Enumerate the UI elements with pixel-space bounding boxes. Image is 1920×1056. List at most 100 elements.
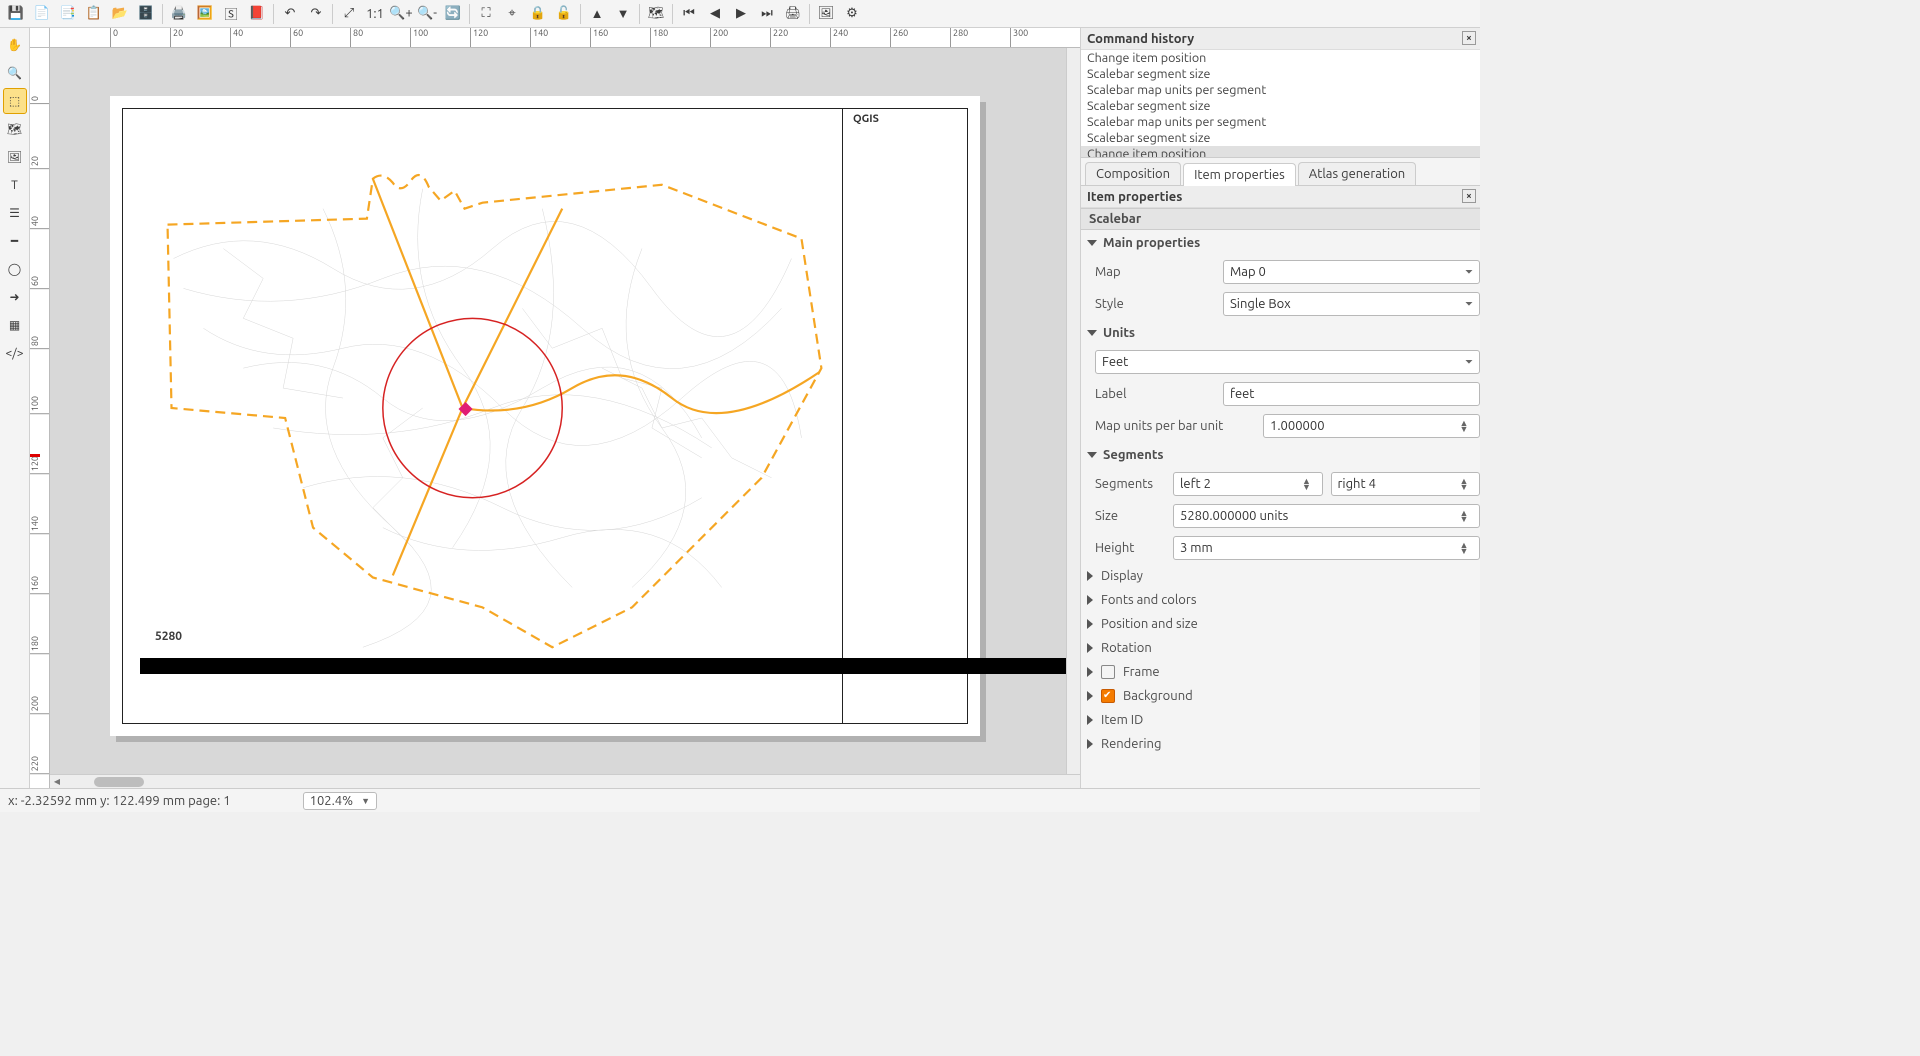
group-units[interactable]: Units (1087, 326, 1480, 340)
export-svg-icon[interactable]: 🅂 (219, 2, 243, 26)
zoom-actual-icon[interactable]: 1:1 (363, 2, 387, 26)
add-table-icon[interactable]: ▦ (3, 312, 27, 338)
add-shape-icon[interactable]: ◯ (3, 256, 27, 282)
history-item[interactable]: Scalebar segment size (1081, 66, 1480, 82)
height-input[interactable]: 3 mm▲▼ (1173, 536, 1480, 560)
canvas[interactable]: QGIS 5280 ◀ (50, 48, 1080, 788)
scrollbar-vertical[interactable] (1066, 48, 1080, 774)
atlas-settings-icon[interactable]: ⚙ (840, 2, 864, 26)
add-arrow-icon[interactable]: ➜ (3, 284, 27, 310)
history-item[interactable]: Scalebar map units per segment (1081, 82, 1480, 98)
export-pdf-icon[interactable]: 📕 (245, 2, 269, 26)
size-input[interactable]: 5280.000000 units▲▼ (1173, 504, 1480, 528)
map-select[interactable]: Map 0 (1223, 260, 1480, 284)
command-history-title: Command history × (1081, 28, 1480, 50)
unlock-icon[interactable]: 🔓 (552, 2, 576, 26)
scalebar-label[interactable]: 5280 (155, 630, 182, 643)
group-segments[interactable]: Segments (1087, 448, 1480, 462)
item-properties-panel: Scalebar Main properties Map Map 0 Style… (1081, 208, 1480, 788)
undo-icon[interactable]: ↶ (278, 2, 302, 26)
save-icon[interactable]: 💾 (4, 2, 28, 26)
group-rendering[interactable]: Rendering (1087, 737, 1480, 751)
select-icon[interactable]: ⬚ (3, 88, 27, 114)
history-item[interactable]: Scalebar segment size (1081, 98, 1480, 114)
scalebar-item[interactable] (140, 658, 1080, 674)
history-item[interactable]: Change item position (1081, 50, 1480, 66)
zoom-100-icon[interactable]: ⌖ (500, 2, 524, 26)
zoom-full-icon[interactable]: ⤢ (337, 2, 361, 26)
atlas-last-icon[interactable]: ⏭ (755, 2, 779, 26)
main-row: ✋🔍⬚🗺🖼T☰━◯➜▦</> 0204060801001201401601802… (0, 28, 1480, 788)
atlas-first-icon[interactable]: ⏮ (677, 2, 701, 26)
print-icon[interactable]: 🖨️ (167, 2, 191, 26)
status-coords: x: -2.32592 mm y: 122.499 mm page: 1 (8, 794, 231, 808)
add-label-icon[interactable]: T (3, 172, 27, 198)
zoom-input[interactable]: 102.4%▼ (303, 792, 377, 810)
tab-atlas-generation[interactable]: Atlas generation (1298, 162, 1416, 185)
layout-manager-icon[interactable]: 📋 (82, 2, 106, 26)
map-title-label[interactable]: QGIS (847, 109, 967, 129)
scrollbar-thumb[interactable] (94, 777, 144, 787)
background-checkbox[interactable] (1101, 689, 1115, 703)
command-history-list[interactable]: Change item positionScalebar segment siz… (1081, 50, 1480, 158)
atlas-next-icon[interactable]: ▶ (729, 2, 753, 26)
atlas-export-image-icon[interactable]: 🖼 (814, 2, 838, 26)
new-layout-icon[interactable]: 📄 (30, 2, 54, 26)
add-scalebar-icon[interactable]: ━ (3, 228, 27, 254)
tab-composition[interactable]: Composition (1085, 162, 1181, 185)
group-item-id[interactable]: Item ID (1087, 713, 1480, 727)
pan-icon[interactable]: ✋ (3, 32, 27, 58)
segments-left-input[interactable]: left 2▲▼ (1173, 472, 1323, 496)
zoom-selection-icon[interactable]: ⛶ (474, 2, 498, 26)
group-position-size[interactable]: Position and size (1087, 617, 1480, 631)
units-label-input[interactable]: feet (1223, 382, 1480, 406)
ruler-tick: 220 (30, 756, 49, 774)
refresh-icon[interactable]: 🔄 (441, 2, 465, 26)
units-label-label: Label (1095, 387, 1215, 401)
lock-icon[interactable]: 🔒 (526, 2, 550, 26)
zoom-in-icon[interactable]: 🔍+ (389, 2, 413, 26)
save-template-icon[interactable]: 🗄️ (134, 2, 158, 26)
item-properties-label: Item properties (1087, 190, 1182, 204)
atlas-prev-icon[interactable]: ◀ (703, 2, 727, 26)
group-fonts-colors[interactable]: Fonts and colors (1087, 593, 1480, 607)
command-history-label: Command history (1087, 32, 1194, 46)
open-icon[interactable]: 📂 (108, 2, 132, 26)
group-frame[interactable]: Frame (1087, 665, 1480, 679)
history-item[interactable]: Scalebar segment size (1081, 130, 1480, 146)
segments-right-input[interactable]: right 4▲▼ (1331, 472, 1481, 496)
zoom-icon[interactable]: 🔍 (3, 60, 27, 86)
add-legend-icon[interactable]: ☰ (3, 200, 27, 226)
send-back-icon[interactable]: ▼ (611, 2, 635, 26)
ruler-tick: 180 (30, 636, 49, 654)
group-display[interactable]: Display (1087, 569, 1480, 583)
units-select[interactable]: Feet (1095, 350, 1480, 374)
map-item[interactable] (123, 109, 843, 723)
group-main-properties[interactable]: Main properties (1087, 236, 1480, 250)
mub-input[interactable]: 1.000000▲▼ (1263, 414, 1480, 438)
atlas-toggle-icon[interactable]: 🗺 (644, 2, 668, 26)
close-icon[interactable]: × (1462, 189, 1476, 203)
group-rotation[interactable]: Rotation (1087, 641, 1480, 655)
history-item[interactable]: Scalebar map units per segment (1081, 114, 1480, 130)
history-item[interactable]: Change item position (1081, 146, 1480, 158)
add-html-icon[interactable]: </> (3, 340, 27, 366)
ruler-vertical: 020406080100120140160180200220 (30, 48, 50, 788)
close-icon[interactable]: × (1462, 31, 1476, 45)
export-image-icon[interactable]: 🖼️ (193, 2, 217, 26)
style-select[interactable]: Single Box (1223, 292, 1480, 316)
zoom-out-icon[interactable]: 🔍- (415, 2, 439, 26)
group-background[interactable]: Background (1087, 689, 1480, 703)
add-image-icon[interactable]: 🖼 (3, 144, 27, 170)
duplicate-layout-icon[interactable]: 📑 (56, 2, 80, 26)
redo-icon[interactable]: ↷ (304, 2, 328, 26)
ruler-tick: 200 (30, 696, 49, 714)
ruler-tick: 140 (530, 28, 548, 47)
tab-item-properties[interactable]: Item properties (1183, 163, 1296, 186)
scrollbar-horizontal[interactable]: ◀ (50, 774, 1080, 788)
atlas-print-icon[interactable]: 🖨 (781, 2, 805, 26)
add-map-icon[interactable]: 🗺 (3, 116, 27, 142)
bring-front-icon[interactable]: ▲ (585, 2, 609, 26)
segments-label: Segments (1095, 477, 1165, 491)
frame-checkbox[interactable] (1101, 665, 1115, 679)
